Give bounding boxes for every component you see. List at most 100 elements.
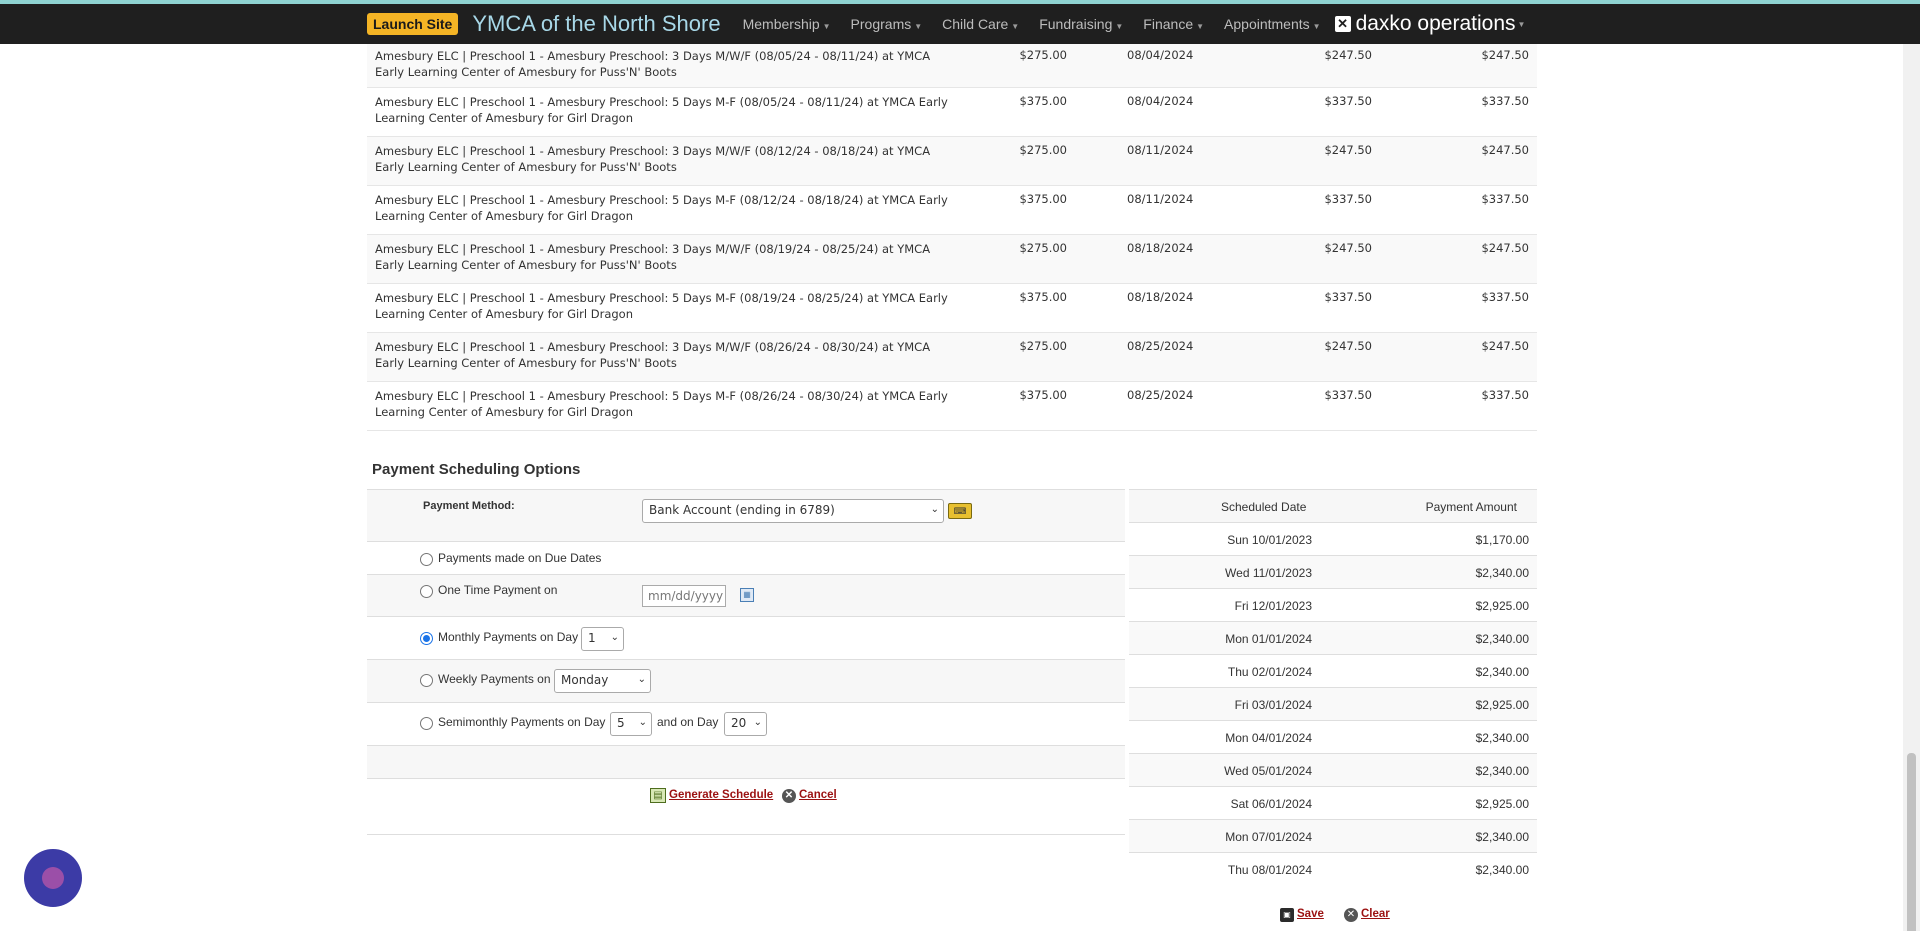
chevron-down-icon: ▼ [914, 22, 923, 31]
top-navigation-bar: Launch Site YMCA of the North Shore Memb… [0, 0, 1920, 44]
schedule-date: Mon 07/01/2024 [1225, 830, 1312, 844]
line-item-price: $375.00 [1019, 290, 1067, 304]
line-item-description: Amesbury ELC | Preschool 1 - Amesbury Pr… [375, 242, 931, 272]
calendar-icon[interactable]: ▦ [740, 588, 754, 602]
chevron-down-icon: ▼ [1011, 22, 1020, 31]
line-item-amount: $337.50 [1324, 94, 1372, 108]
schedule-amount: $2,340.00 [1475, 632, 1529, 646]
line-item-balance: $337.50 [1481, 388, 1529, 402]
schedule-amount: $2,340.00 [1475, 830, 1529, 844]
nav-membership[interactable]: Membership ▼ [743, 16, 831, 32]
chevron-down-icon: ▼ [822, 22, 831, 31]
launch-site-button[interactable]: Launch Site [367, 13, 459, 35]
schedule-date: Mon 04/01/2024 [1225, 731, 1312, 745]
line-item-price: $275.00 [1019, 143, 1067, 157]
weekly-day-select[interactable]: Monday ⌄ [554, 669, 651, 693]
site-title[interactable]: YMCA of the North Shore [472, 11, 720, 37]
semimonthly-radio[interactable] [420, 717, 433, 730]
line-item-balance: $337.50 [1481, 290, 1529, 304]
line-item-price: $375.00 [1019, 94, 1067, 108]
schedule-amount: $1,170.00 [1475, 533, 1529, 547]
save-link[interactable]: Save [1297, 908, 1324, 920]
schedule-row: Mon 04/01/2024 $2,340.00 [1129, 720, 1537, 753]
due-dates-radio[interactable] [420, 553, 433, 566]
schedule-row: Sun 10/01/2023 $1,170.00 [1129, 522, 1537, 555]
payment-method-select[interactable]: Bank Account (ending in 6789) ⌄ [642, 499, 944, 523]
save-icon[interactable]: ▣ [1280, 908, 1294, 922]
monthly-option-row: Monthly Payments on Day 1 ⌄ [367, 616, 1125, 659]
schedule-date: Sun 10/01/2023 [1227, 533, 1312, 547]
payment-method-value: Bank Account (ending in 6789) [649, 503, 835, 517]
semimonthly-day1-select[interactable]: 5 ⌄ [610, 712, 652, 736]
schedule-date: Sat 06/01/2024 [1230, 797, 1312, 811]
line-item-amount: $337.50 [1324, 388, 1372, 402]
line-item-description: Amesbury ELC | Preschool 1 - Amesbury Pr… [375, 291, 948, 321]
schedule-amount: $2,340.00 [1475, 665, 1529, 679]
nav-appointments-label: Appointments [1224, 16, 1310, 32]
chevron-down-icon: ▼ [1115, 22, 1124, 31]
line-item-description: Amesbury ELC | Preschool 1 - Amesbury Pr… [375, 49, 931, 79]
line-item-balance: $337.50 [1481, 94, 1529, 108]
payment-method-row: Payment Method: Bank Account (ending in … [367, 489, 1125, 541]
nav-appointments[interactable]: Appointments ▼ [1224, 16, 1321, 32]
schedule-date: Mon 01/01/2024 [1225, 632, 1312, 646]
schedule-row: Fri 12/01/2023 $2,925.00 [1129, 588, 1537, 621]
semimonthly-day1-value: 5 [617, 716, 625, 730]
nav-fundraising[interactable]: Fundraising ▼ [1039, 16, 1123, 32]
monthly-radio[interactable] [420, 632, 433, 645]
semimonthly-and-label: and on Day [657, 715, 719, 729]
cancel-icon[interactable]: ✕ [782, 789, 796, 803]
daxko-logo-icon: ✕ [1334, 16, 1351, 32]
clear-link[interactable]: Clear [1361, 908, 1390, 920]
line-item-amount: $247.50 [1324, 48, 1372, 62]
line-item-description: Amesbury ELC | Preschool 1 - Amesbury Pr… [375, 193, 948, 223]
page-scrollbar[interactable] [1903, 44, 1920, 931]
schedule-amount: $2,340.00 [1475, 566, 1529, 580]
payment-method-label: Payment Method: [423, 500, 515, 512]
schedule-row: Wed 05/01/2024 $2,340.00 [1129, 753, 1537, 786]
line-item-row: Amesbury ELC | Preschool 1 - Amesbury Pr… [367, 88, 1537, 137]
schedule-amount: $2,925.00 [1475, 599, 1529, 613]
line-item-row: Amesbury ELC | Preschool 1 - Amesbury Pr… [367, 333, 1537, 382]
one-time-radio[interactable] [420, 585, 433, 598]
nav-fundraising-label: Fundraising [1039, 16, 1113, 32]
monthly-day-select[interactable]: 1 ⌄ [581, 627, 624, 651]
chat-launcher-button[interactable] [24, 849, 82, 907]
keyboard-icon[interactable]: ⌨ [948, 503, 972, 519]
nav-child-care[interactable]: Child Care ▼ [942, 16, 1019, 32]
nav-finance[interactable]: Finance ▼ [1143, 16, 1204, 32]
line-item-amount: $337.50 [1324, 290, 1372, 304]
semimonthly-label: Semimonthly Payments on Day [438, 715, 606, 729]
schedule-row: Thu 02/01/2024 $2,340.00 [1129, 654, 1537, 687]
monthly-day-value: 1 [588, 631, 596, 645]
chevron-down-icon: ⌄ [637, 674, 646, 685]
schedule-amount: $2,340.00 [1475, 863, 1529, 877]
line-item-amount: $247.50 [1324, 241, 1372, 255]
line-item-due-date: 08/25/2024 [1127, 388, 1194, 402]
line-item-row: Amesbury ELC | Preschool 1 - Amesbury Pr… [367, 235, 1537, 284]
one-time-option-row: One Time Payment on mm/dd/yyyy ▦ [367, 574, 1125, 616]
weekly-radio[interactable] [420, 674, 433, 687]
nav-child-care-label: Child Care [942, 16, 1009, 32]
chevron-down-icon: ▼ [1196, 22, 1205, 31]
schedule-amount: $2,925.00 [1475, 698, 1529, 712]
line-item-description: Amesbury ELC | Preschool 1 - Amesbury Pr… [375, 95, 948, 125]
cancel-link[interactable]: Cancel [799, 789, 837, 801]
schedule-actions-row: ▤ Generate Schedule ✕ Cancel [367, 778, 1125, 835]
generate-schedule-link[interactable]: Generate Schedule [669, 789, 773, 801]
line-item-amount: $247.50 [1324, 143, 1372, 157]
schedule-date: Fri 12/01/2023 [1234, 599, 1312, 613]
brand-menu[interactable]: ✕ daxko operations ▼ [1334, 12, 1525, 36]
line-item-row: Amesbury ELC | Preschool 1 - Amesbury Pr… [367, 284, 1537, 333]
nav-programs[interactable]: Programs ▼ [851, 16, 923, 32]
one-time-date-input[interactable]: mm/dd/yyyy [642, 585, 726, 607]
line-item-due-date: 08/04/2024 [1127, 94, 1194, 108]
clear-icon[interactable]: ✕ [1344, 908, 1358, 922]
generate-schedule-icon[interactable]: ▤ [650, 788, 666, 803]
semimonthly-day2-select[interactable]: 20 ⌄ [724, 712, 767, 736]
scrollbar-thumb[interactable] [1907, 753, 1916, 931]
payment-options-panel: Payment Method: Bank Account (ending in … [367, 489, 1125, 835]
weekly-option-row: Weekly Payments on Monday ⌄ [367, 659, 1125, 702]
schedule-row: Sat 06/01/2024 $2,925.00 [1129, 786, 1537, 819]
semimonthly-option-row: Semimonthly Payments on Day 5 ⌄ and on D… [367, 702, 1125, 745]
